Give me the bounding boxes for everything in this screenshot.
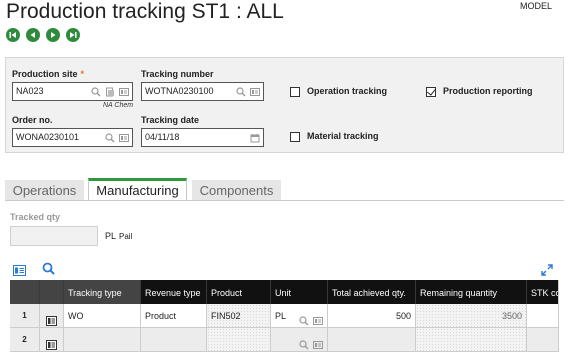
row-action-header	[40, 280, 64, 304]
tab-divider	[5, 200, 564, 201]
detail-icon[interactable]	[119, 132, 129, 142]
row-edit-cell[interactable]	[40, 328, 64, 352]
tracked-qty-field[interactable]	[10, 226, 98, 246]
page-title: Production tracking ST1 : ALL	[6, 0, 284, 23]
tab-components[interactable]: Components	[192, 180, 281, 201]
detail-icon[interactable]	[313, 335, 323, 351]
expand-icon[interactable]	[541, 263, 553, 281]
row-detail-icon[interactable]	[46, 311, 57, 327]
remaining-quantity-cell: 3500	[416, 304, 527, 328]
grid-header-row: Tracking type Revenue type Product Unit …	[10, 280, 558, 304]
detail-icon[interactable]	[313, 311, 323, 327]
stk-cell[interactable]	[527, 328, 558, 352]
next-record-button[interactable]	[46, 28, 60, 42]
revenue-type-cell[interactable]	[141, 328, 207, 352]
remaining-quantity-cell	[416, 328, 527, 352]
last-icon	[70, 32, 77, 38]
stk-cell[interactable]	[527, 304, 558, 328]
detail-icon[interactable]	[119, 86, 129, 96]
tracking-number-field[interactable]: WOTNA0230100	[141, 82, 264, 101]
tracking-date-label: Tracking date	[141, 115, 200, 125]
unit-cell[interactable]	[271, 328, 328, 352]
previous-icon	[30, 32, 35, 38]
row-number: 2	[10, 328, 40, 352]
production-site-field[interactable]: NA023	[12, 82, 133, 101]
tracking-date-field[interactable]: 04/11/18	[141, 128, 264, 147]
row-number-header	[10, 280, 40, 304]
search-icon[interactable]	[236, 86, 246, 97]
table-row[interactable]: 1 WO Product FIN502 PL 500 3500	[10, 304, 558, 328]
column-header-total-achieved[interactable]: Total achieved qty.	[328, 280, 416, 304]
operation-tracking-label: Operation tracking	[307, 86, 388, 96]
order-no-label: Order no.	[12, 115, 53, 125]
calendar-icon[interactable]	[250, 132, 260, 143]
tab-operations[interactable]: Operations	[5, 180, 84, 201]
first-icon	[9, 32, 16, 38]
product-cell[interactable]: FIN502	[207, 304, 271, 328]
production-site-description: NA Chem	[103, 102, 134, 109]
production-site-label: Production site *	[12, 69, 85, 79]
first-record-button[interactable]	[6, 28, 20, 42]
last-record-button[interactable]	[66, 28, 80, 42]
search-icon[interactable]	[105, 132, 115, 143]
manufacturing-grid: Tracking type Revenue type Product Unit …	[10, 280, 559, 352]
detail-icon[interactable]	[250, 86, 260, 96]
tracking-type-cell[interactable]	[64, 328, 141, 352]
column-header-revenue-type[interactable]: Revenue type	[141, 280, 207, 304]
record-navigation	[6, 28, 80, 42]
tab-manufacturing[interactable]: Manufacturing	[88, 178, 187, 201]
unit-cell[interactable]: PL	[271, 304, 328, 328]
required-marker: *	[80, 69, 85, 79]
tracking-number-label: Tracking number	[141, 69, 214, 79]
search-icon[interactable]	[91, 86, 101, 97]
row-detail-icon[interactable]	[46, 335, 57, 351]
grid-detail-icon[interactable]	[13, 263, 26, 281]
column-header-tracking-type[interactable]: Tracking type	[64, 280, 141, 304]
next-icon	[51, 32, 56, 38]
row-edit-cell[interactable]	[40, 304, 64, 328]
column-header-remaining-quantity[interactable]: Remaining quantity	[416, 280, 527, 304]
tracking-type-cell[interactable]: WO	[64, 304, 141, 328]
product-cell[interactable]	[207, 328, 271, 352]
search-icon[interactable]	[299, 335, 309, 351]
order-no-field[interactable]: WONA0230101	[12, 128, 133, 147]
criteria-panel: Production site * NA023 NA Chem Tracking …	[5, 57, 564, 153]
operation-tracking-checkbox[interactable]	[290, 87, 300, 97]
total-achieved-cell[interactable]	[328, 328, 416, 352]
table-row[interactable]: 2	[10, 328, 558, 352]
column-header-product[interactable]: Product	[207, 280, 271, 304]
row-number: 1	[10, 304, 40, 328]
document-icon[interactable]	[105, 86, 115, 97]
column-header-unit[interactable]: Unit	[271, 280, 328, 304]
previous-record-button[interactable]	[26, 28, 40, 42]
tracked-qty-label: Tracked qty	[10, 212, 61, 222]
production-reporting-label: Production reporting	[443, 86, 533, 96]
production-reporting-checkbox[interactable]	[426, 87, 436, 97]
material-tracking-checkbox[interactable]	[290, 132, 300, 142]
grid-search-icon[interactable]	[42, 262, 55, 280]
revenue-type-cell[interactable]: Product	[141, 304, 207, 328]
search-icon[interactable]	[299, 311, 309, 327]
unit-code: PL	[105, 231, 117, 241]
tracked-qty-unit: PL Pail	[105, 231, 132, 241]
material-tracking-label: Material tracking	[307, 131, 379, 141]
column-header-stk[interactable]: STK co	[527, 280, 558, 304]
model-label: MODEL	[519, 1, 552, 11]
tab-bar: Operations Manufacturing Components	[5, 178, 564, 201]
total-achieved-cell[interactable]: 500	[328, 304, 416, 328]
unit-description: Pail	[119, 232, 133, 241]
